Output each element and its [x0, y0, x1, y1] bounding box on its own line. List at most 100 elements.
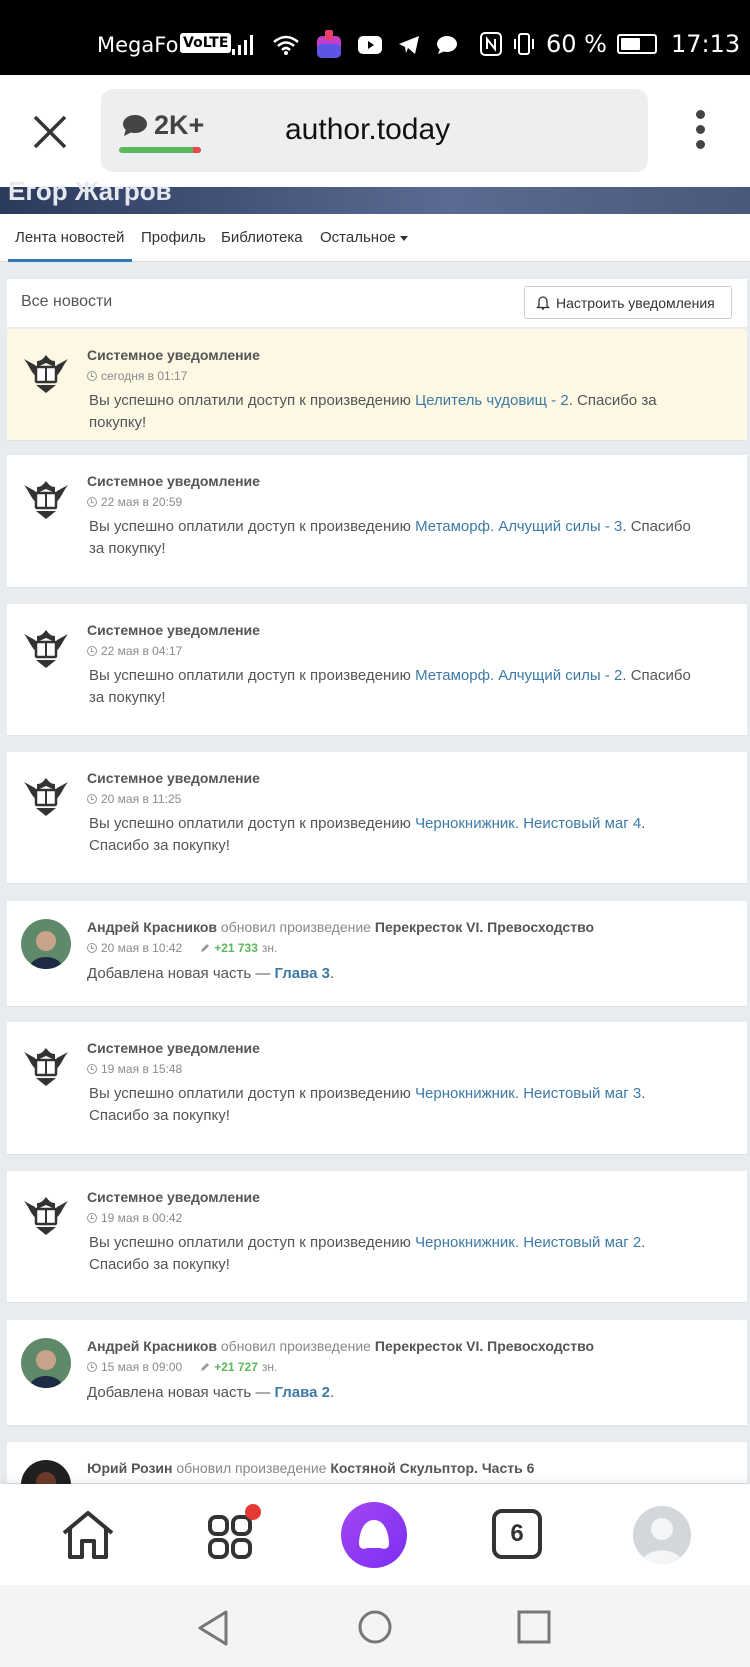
- notification-body: Вы успешно оплатили доступ к произведени…: [89, 1234, 646, 1273]
- notification-settings-label: Настроить уведомления: [556, 294, 715, 311]
- alice-icon: [359, 1520, 389, 1549]
- work-link[interactable]: Перекресток VI. Превосходство: [375, 919, 594, 935]
- notification-settings-button[interactable]: Настроить уведомления: [524, 286, 732, 319]
- battery-icon: [616, 34, 657, 54]
- work-title-link[interactable]: Чернокнижник. Неистовый маг 3: [415, 1085, 641, 1102]
- notification-body: Добавлена новая часть — Глава 3.: [87, 965, 335, 982]
- update-card: Андрей Красников обновил произведение Пе…: [7, 901, 747, 1007]
- update-title: Андрей Красников обновил произведение Пе…: [87, 919, 594, 935]
- update-action: обновил произведение: [217, 1338, 375, 1354]
- clock-icon: [87, 1362, 97, 1372]
- clock-icon: [87, 943, 97, 953]
- home-circle-icon[interactable]: [357, 1609, 393, 1645]
- system-logo-icon: [24, 1197, 68, 1235]
- notification-body: Вы успешно оплатили доступ к произведени…: [89, 392, 657, 431]
- char-unit: зн.: [261, 941, 278, 955]
- timestamp: 22 мая в 04:17: [87, 644, 182, 658]
- url-domain[interactable]: author.today: [285, 113, 450, 147]
- chat-icon: [437, 36, 457, 54]
- notification-title: Системное уведомление: [87, 770, 260, 786]
- wifi-icon: [273, 35, 299, 55]
- notification-title: Системное уведомление: [87, 1189, 260, 1205]
- volte-badge: VoLTE: [180, 33, 232, 53]
- browser-bottom-nav: 6: [0, 1484, 750, 1585]
- recents-icon[interactable]: [517, 1610, 551, 1644]
- back-icon[interactable]: [196, 1609, 230, 1647]
- system-logo-icon: [24, 630, 68, 668]
- notification-body: Вы успешно оплатили доступ к произведени…: [89, 667, 691, 706]
- work-title-link[interactable]: Глава 3: [275, 965, 331, 982]
- timestamp: сегодня в 01:17: [87, 369, 187, 383]
- author-link[interactable]: Юрий Розин: [87, 1460, 172, 1476]
- clock-icon: [87, 1213, 97, 1223]
- user-avatar[interactable]: [21, 1338, 71, 1388]
- update-card: Андрей Красников обновил произведение Пе…: [7, 1320, 747, 1426]
- notification-card: Системное уведомление 22 мая в 20:59 Вы ус…: [7, 455, 747, 588]
- pencil-icon: [201, 1363, 210, 1371]
- feed-title: Все новости: [21, 293, 113, 310]
- carrier-name: MegaFon: [97, 33, 192, 57]
- tabs-button[interactable]: 6: [492, 1509, 542, 1559]
- profile-avatar[interactable]: [633, 1506, 691, 1564]
- tab-more[interactable]: Остальное: [320, 229, 408, 246]
- clock-icon: [87, 646, 97, 656]
- notification-card: Системное уведомление 22 мая в 04:17 Вы ус…: [7, 604, 747, 736]
- notification-card: Системное уведомление сегодня в 01:17 Вы у…: [7, 329, 747, 441]
- work-link[interactable]: Костяной Скульптор. Часть 6: [330, 1460, 534, 1476]
- signal-icon: [232, 35, 253, 55]
- work-title-link[interactable]: Чернокнижник. Неистовый маг 2: [415, 1234, 641, 1251]
- profile-nav: Лента новостей Профиль Библиотека Осталь…: [0, 214, 750, 262]
- clock-icon: [87, 371, 97, 381]
- status-bar: MegaFon VoLTE 60 % 17:13: [0, 0, 750, 75]
- update-card: Юрий Розин обновил произведение Костяной…: [7, 1442, 747, 1510]
- apps-icon[interactable]: [206, 1504, 266, 1564]
- comment-icon: [123, 114, 147, 136]
- system-nav-bar: [0, 1585, 750, 1667]
- work-title-link[interactable]: Чернокнижник. Неистовый маг 4: [415, 815, 641, 832]
- feed-header: Все новости Настроить уведомления: [7, 279, 747, 327]
- clock-icon: [87, 497, 97, 507]
- clock-icon: [87, 1064, 97, 1074]
- notification-title: Системное уведомление: [87, 473, 260, 489]
- author-link[interactable]: Андрей Красников: [87, 919, 217, 935]
- tabs-count: 6: [510, 1520, 524, 1547]
- tab-more-label: Остальное: [320, 229, 396, 246]
- system-logo-icon: [24, 355, 68, 393]
- update-action: обновил произведение: [172, 1460, 331, 1476]
- work-title-link[interactable]: Метаморф. Алчущий силы - 3: [415, 518, 622, 535]
- timestamp: 22 мая в 20:59: [87, 495, 182, 509]
- tab-profile[interactable]: Профиль: [141, 229, 206, 246]
- tab-library[interactable]: Библиотека: [221, 229, 303, 246]
- work-title-link[interactable]: Целитель чудовищ - 2: [415, 392, 569, 409]
- timestamp: 20 мая в 11:25: [87, 792, 181, 806]
- user-avatar[interactable]: [21, 919, 71, 969]
- update-title: Юрий Розин обновил произведение Костяной…: [87, 1460, 534, 1476]
- work-title-link[interactable]: Метаморф. Алчущий силы - 2: [415, 667, 622, 684]
- alice-assistant-button[interactable]: [341, 1502, 407, 1568]
- notification-body: Добавлена новая часть — Глава 2.: [87, 1384, 335, 1401]
- chevron-down-icon: [399, 235, 408, 241]
- notification-title: Системное уведомление: [87, 1040, 260, 1056]
- work-link[interactable]: Перекресток VI. Превосходство: [375, 1338, 594, 1354]
- timestamp: 19 мая в 15:48: [87, 1062, 182, 1076]
- timestamp: 20 мая в 10:42 +21 733 зн.: [87, 941, 277, 955]
- profile-header: Егор Жагров: [0, 176, 750, 214]
- close-icon[interactable]: [30, 112, 70, 152]
- vibrate-icon: [514, 33, 534, 55]
- tab-news-feed[interactable]: Лента новостей: [8, 229, 133, 262]
- work-title-link[interactable]: Глава 2: [275, 1384, 331, 1401]
- timestamp: 15 мая в 09:00 +21 727 зн.: [87, 1360, 277, 1374]
- more-menu-icon[interactable]: [692, 110, 708, 154]
- notification-body: Вы успешно оплатили доступ к произведени…: [89, 1085, 646, 1124]
- home-icon[interactable]: [60, 1509, 116, 1561]
- bell-icon: [536, 296, 550, 310]
- comments-counter[interactable]: 2K+: [122, 110, 204, 141]
- comments-count: 2K+: [154, 110, 205, 140]
- notification-body: Вы успешно оплатили доступ к произведени…: [89, 518, 691, 557]
- notification-card: Системное уведомление 19 мая в 00:42 Вы ус…: [7, 1171, 747, 1303]
- timestamp: 19 мая в 00:42: [87, 1211, 182, 1225]
- notification-card: Системное уведомление 19 мая в 15:48 Вы ус…: [7, 1022, 747, 1155]
- notification-title: Системное уведомление: [87, 347, 260, 363]
- author-link[interactable]: Андрей Красников: [87, 1338, 217, 1354]
- clock-time: 17:13: [670, 30, 741, 58]
